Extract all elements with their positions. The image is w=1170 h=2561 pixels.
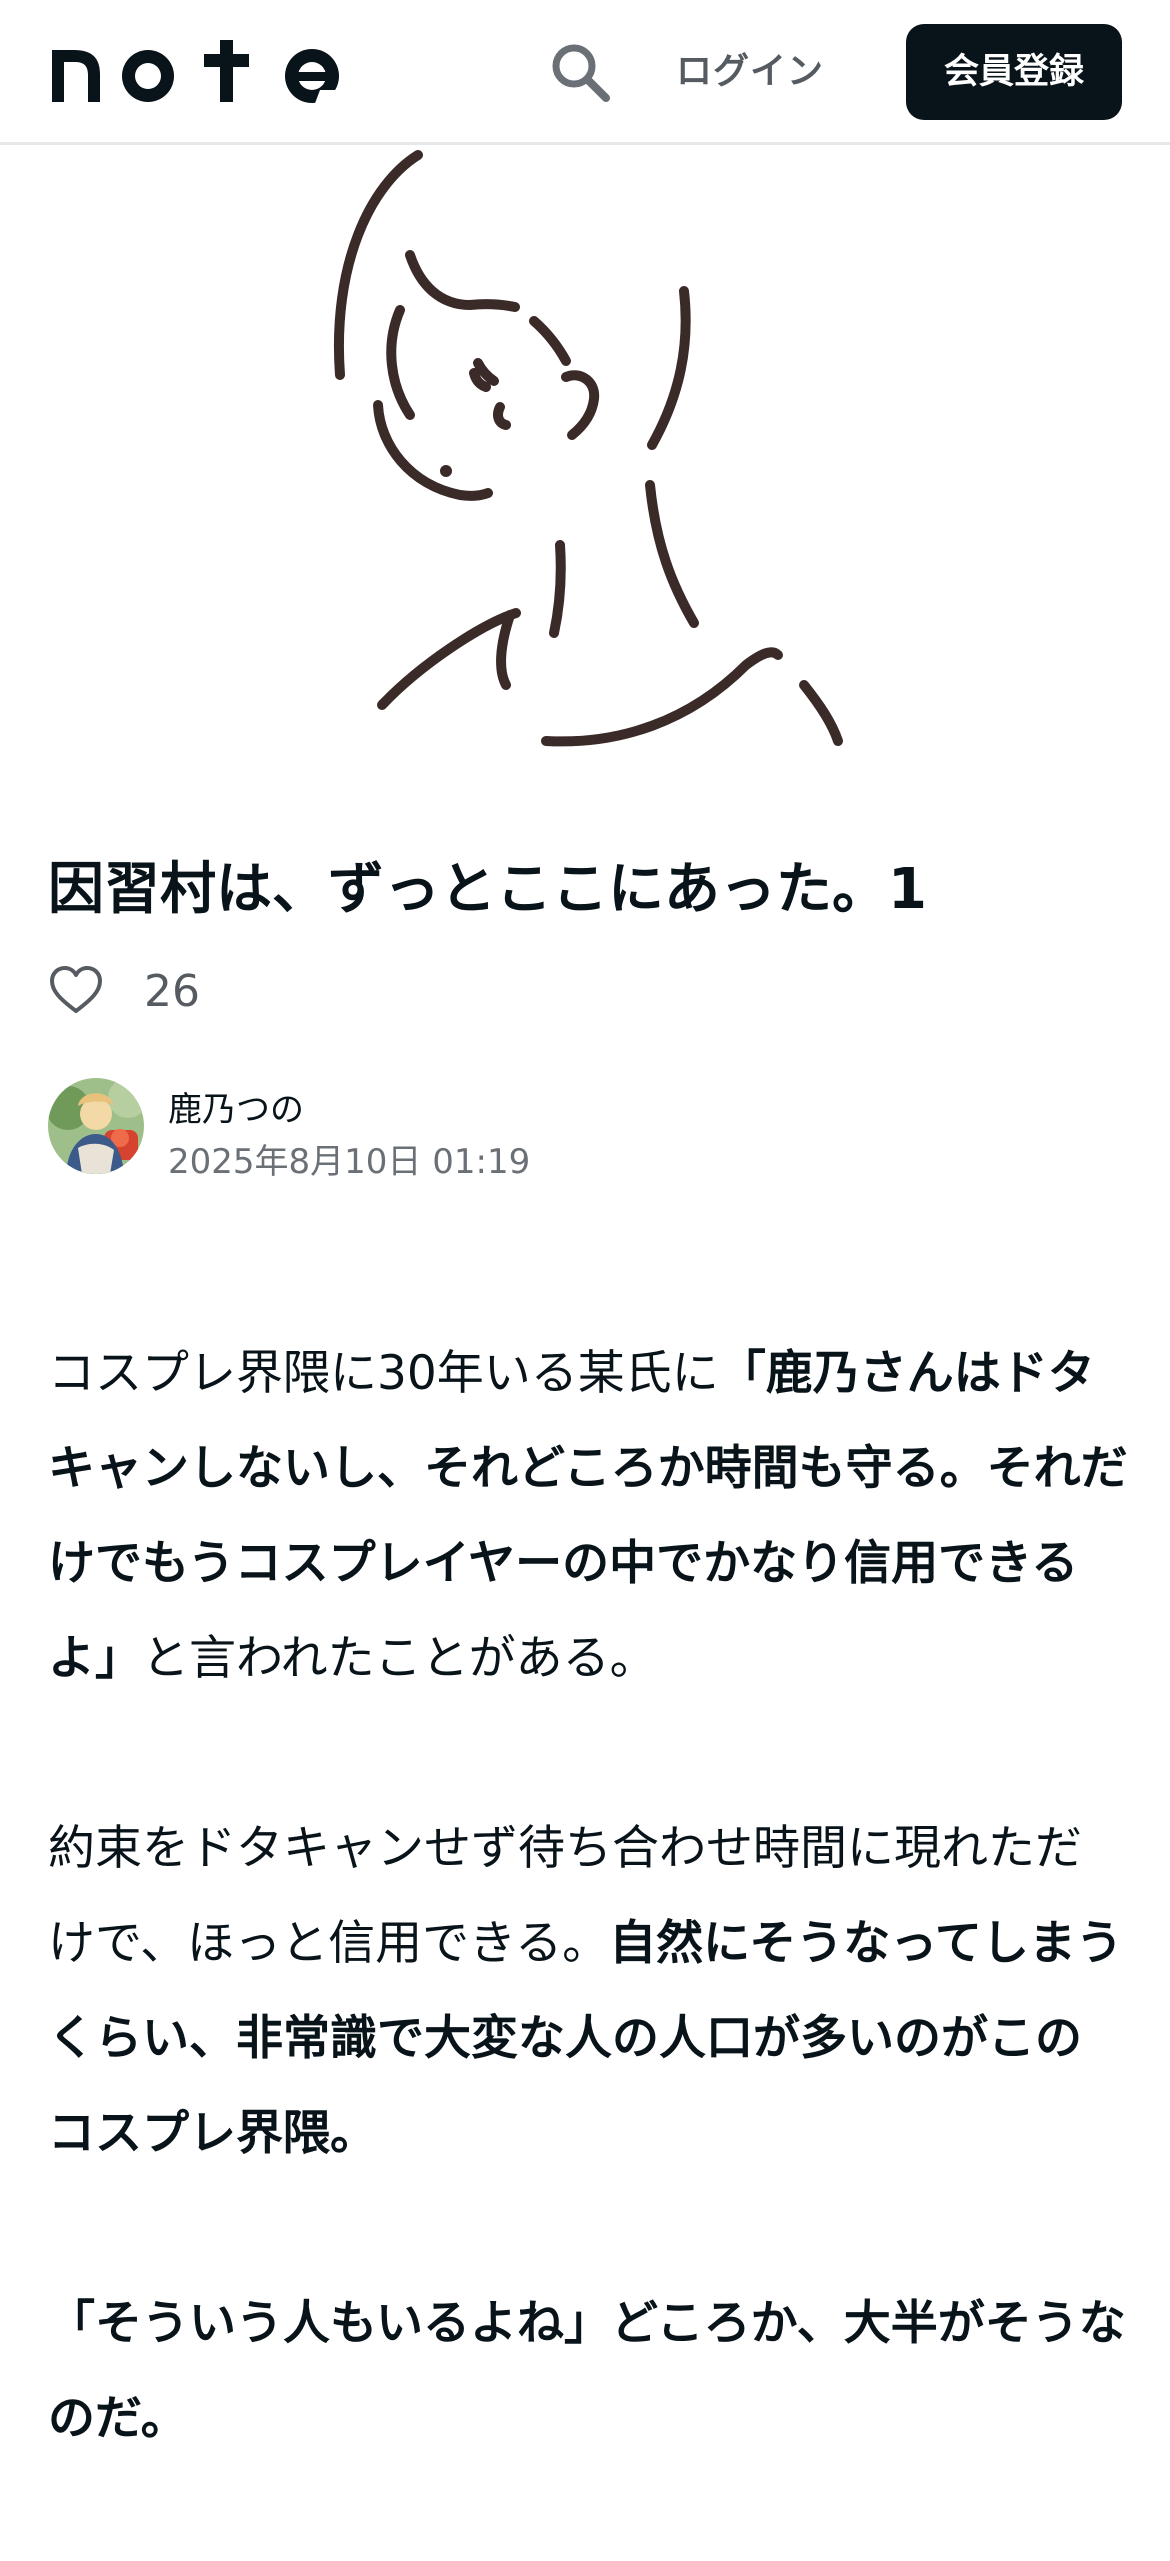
like-count: 26	[144, 965, 200, 1017]
hero-illustration	[334, 150, 843, 747]
text-run: コスプレ界隈に30年いる某氏に	[48, 1346, 719, 1401]
site-header: note ログイン 会員登録	[0, 0, 1170, 145]
like-row: 26	[48, 956, 200, 1026]
paragraph: コスプレ界隈に30年いる某氏に「鹿乃さんはドタキャンしないし、それどころか時間も…	[48, 1326, 1128, 1706]
author-name[interactable]: 鹿乃つの	[168, 1082, 304, 1131]
text-run-bold: 「そういう人もいるよね」どころか、大半がそうなのだ。	[48, 2296, 1126, 2446]
signup-button[interactable]: 会員登録	[906, 24, 1122, 120]
author-block[interactable]: 鹿乃つの 2025年8月10日 01:19	[48, 1076, 748, 1182]
login-link[interactable]: ログイン	[676, 44, 824, 100]
article-title: 因習村は、ずっとここにあった。1	[48, 857, 927, 922]
search-icon[interactable]	[548, 40, 614, 106]
paragraph: 「そういう人もいるよね」どころか、大半がそうなのだ。	[48, 2276, 1128, 2466]
post-date: 2025年8月10日 01:19	[168, 1142, 531, 1182]
note-logo[interactable]	[48, 36, 344, 106]
text-run: と言われたことがある。	[142, 1631, 657, 1686]
article-body: コスプレ界隈に30年いる某氏に「鹿乃さんはドタキャンしないし、それどころか時間も…	[48, 1326, 1128, 2561]
avatar[interactable]	[48, 1078, 144, 1174]
paragraph: 約束をドタキャンせず待ち合わせ時間に現れただけで、ほっと信用できる。自然にそうな…	[48, 1801, 1128, 2181]
heart-outline-icon[interactable]	[48, 963, 104, 1019]
